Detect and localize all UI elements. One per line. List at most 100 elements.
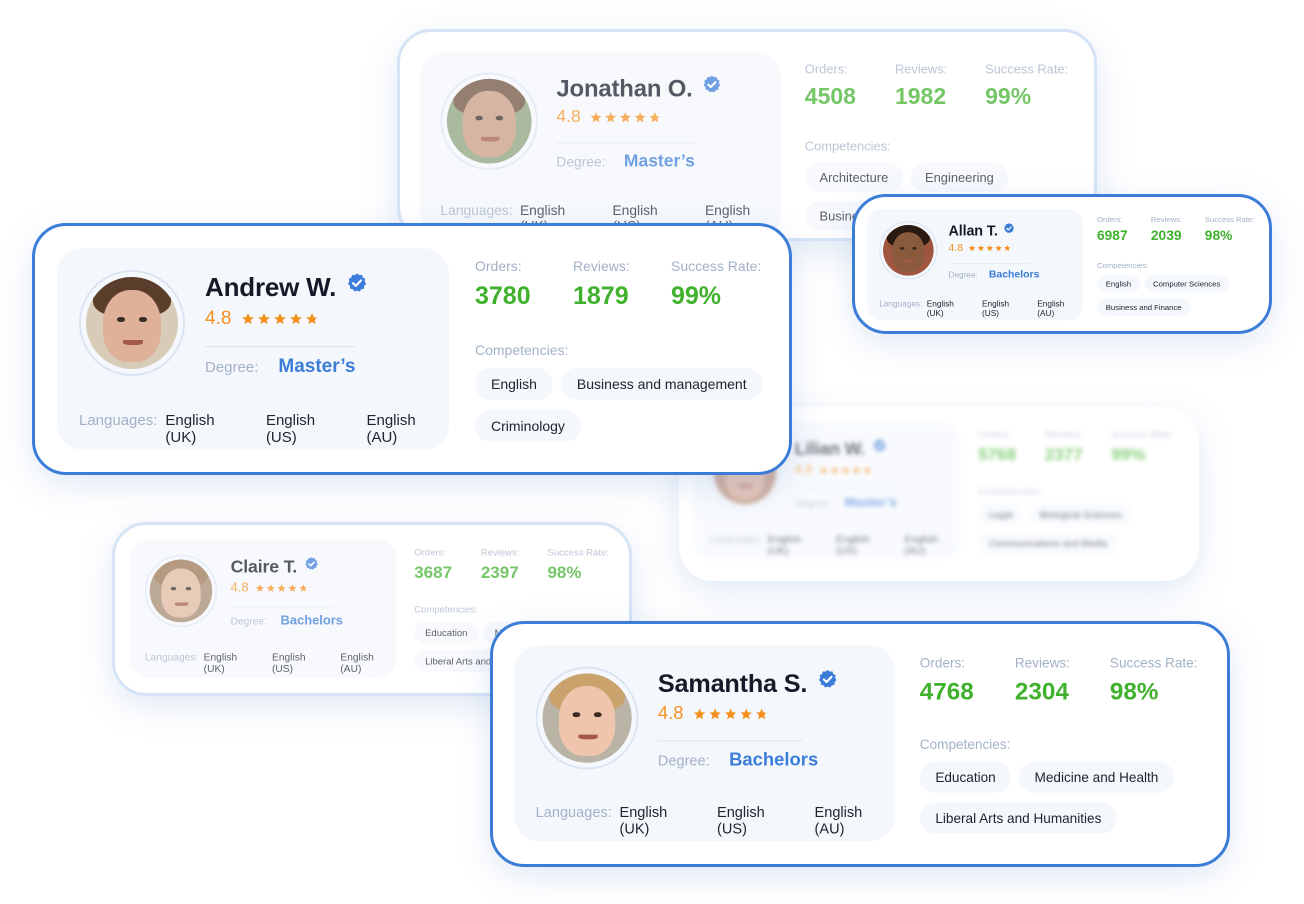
- avatar-mouth: [738, 484, 753, 488]
- competencies-label: Competencies:: [1097, 260, 1149, 270]
- competency-chip[interactable]: Criminology: [475, 410, 581, 442]
- avatar-mouth: [480, 136, 500, 142]
- competencies-label: Competencies:: [919, 736, 1011, 753]
- writer-name[interactable]: Andrew W.: [205, 272, 336, 303]
- writer-card-allan[interactable]: Allan T. 4.8 Degree: Bachelors Languages…: [852, 194, 1272, 334]
- avatar-face: [102, 289, 162, 362]
- star-icon: [290, 313, 303, 325]
- profile-panel: Andrew W. 4.8 Degree: Master’s Languages…: [57, 248, 449, 450]
- stat-orders: Orders: 4768: [920, 655, 1015, 706]
- stat-label: Reviews:: [1044, 428, 1084, 440]
- avatar-ring: [535, 666, 639, 770]
- language-item: English (US): [982, 299, 1010, 318]
- writer-name[interactable]: Allan T.: [949, 222, 998, 239]
- avatar-eye: [185, 587, 191, 591]
- stat-label: Reviews:: [573, 258, 630, 274]
- competency-chip[interactable]: Business and management: [560, 368, 763, 400]
- languages-label: Languages:: [144, 651, 199, 664]
- competency-chip[interactable]: Education: [919, 761, 1012, 793]
- competency-chips: English Business and management Criminol…: [475, 368, 775, 442]
- writer-name[interactable]: Claire T.: [231, 556, 298, 577]
- avatar[interactable]: [86, 277, 178, 369]
- star-icon: [852, 466, 861, 474]
- stat-value: 98%: [1109, 678, 1159, 706]
- language-item: English (US): [272, 651, 306, 675]
- languages-row: Languages: English (UK) English (US) Eng…: [536, 804, 895, 837]
- stat-reviews: Reviews: 2377: [1045, 429, 1112, 465]
- avatar[interactable]: [149, 559, 213, 623]
- competency-chip[interactable]: Liberal Arts and Humanities: [919, 802, 1117, 834]
- writer-name[interactable]: Samantha S.: [658, 669, 807, 699]
- stat-label: Reviews:: [1150, 214, 1183, 224]
- profile-panel: Claire T. 4.8 Degree: Bachelors Language…: [129, 539, 397, 678]
- profile-panel: Allan T. 4.8 Degree: Bachelors Languages…: [867, 209, 1083, 321]
- avatar-ring: [440, 72, 538, 170]
- competency-chip[interactable]: Biological Sciences: [1028, 503, 1133, 526]
- verified-badge-icon: [348, 272, 367, 292]
- avatar-ring: [879, 221, 938, 280]
- stat-value: 4508: [804, 83, 856, 110]
- avatar-eye: [572, 712, 580, 718]
- star-icon: [995, 244, 1002, 252]
- writer-name[interactable]: Lilian W.: [795, 438, 866, 459]
- stat-label: Success Rate:: [985, 61, 1069, 77]
- star-icon: [986, 244, 994, 252]
- stat-label: Success Rate:: [671, 258, 762, 274]
- rating-row: 4.8: [231, 581, 309, 596]
- degree-label: Degree:: [794, 497, 831, 509]
- competency-chip[interactable]: Medicine and Health: [1019, 761, 1174, 793]
- languages-label: Languages:: [879, 299, 923, 309]
- stat-value: 6987: [1097, 227, 1128, 244]
- degree-row: Degree: Bachelors: [658, 750, 818, 771]
- writer-name[interactable]: Jonathan O.: [556, 74, 692, 103]
- card-content: Samantha S. 4.8 Degree: Bachelors Langua…: [493, 624, 1226, 863]
- competency-chip[interactable]: English: [1097, 275, 1140, 293]
- stats: Orders: 4768 Reviews: 2304 Success Rate:…: [920, 655, 1217, 706]
- competency-chip[interactable]: Legal: [978, 503, 1024, 526]
- writer-card-andrew[interactable]: Andrew W. 4.8 Degree: Master’s Languages…: [32, 223, 792, 475]
- avatar-face: [558, 685, 616, 756]
- language-item: English (AU): [1037, 299, 1065, 318]
- degree-row: Degree: Bachelors: [231, 613, 343, 628]
- name-row: Claire T.: [231, 556, 319, 577]
- stat-value: 1879: [573, 282, 629, 310]
- competencies-label: Competencies:: [978, 485, 1042, 497]
- competency-chip[interactable]: Business and Finance: [1097, 298, 1191, 316]
- divider: [230, 606, 333, 608]
- competency-chip[interactable]: Education: [414, 621, 479, 644]
- star-icon: [274, 313, 287, 325]
- writer-card-samantha[interactable]: Samantha S. 4.8 Degree: Bachelors Langua…: [490, 621, 1230, 867]
- star-icon: [620, 112, 632, 123]
- competency-chip[interactable]: Architecture: [804, 162, 903, 193]
- avatar-face: [892, 232, 925, 272]
- degree-label: Degree:: [205, 359, 259, 376]
- stat-value: 2377: [1044, 445, 1083, 465]
- stat-value: 99%: [1111, 445, 1146, 465]
- avatar[interactable]: [883, 225, 934, 276]
- degree-label: Degree:: [230, 615, 267, 627]
- language-item: English (UK): [165, 412, 215, 446]
- star-icon: [756, 708, 768, 720]
- degree-value: Bachelors: [988, 268, 1040, 281]
- avatar[interactable]: [542, 673, 632, 763]
- competency-chip[interactable]: Communications and Media: [978, 532, 1118, 554]
- star-icon: [831, 466, 839, 474]
- competency-chip[interactable]: Computer Sciences: [1144, 275, 1230, 293]
- avatar-mouth: [122, 339, 144, 346]
- competencies-label: Competencies:: [475, 342, 569, 358]
- star-icon: [635, 112, 646, 123]
- stat-value: 98%: [1204, 227, 1233, 244]
- degree-row: Degree: Master’s: [556, 152, 694, 172]
- competency-chip[interactable]: Engineering: [910, 162, 1009, 193]
- verified-badge-icon: [873, 438, 886, 452]
- verified-badge-icon: [1004, 222, 1015, 233]
- star-rating: [693, 707, 769, 721]
- stats: Orders: 6987 Reviews: 2039 Success Rate:…: [1097, 215, 1265, 244]
- stat-orders: Orders: 5768: [978, 429, 1045, 465]
- language-item: English (US): [836, 533, 870, 557]
- avatar[interactable]: [446, 78, 532, 164]
- rating-value: 4.8: [230, 580, 249, 596]
- stat-orders: Orders: 3687: [414, 547, 481, 583]
- name-row: Allan T.: [949, 222, 1016, 239]
- competency-chip[interactable]: English: [475, 368, 553, 400]
